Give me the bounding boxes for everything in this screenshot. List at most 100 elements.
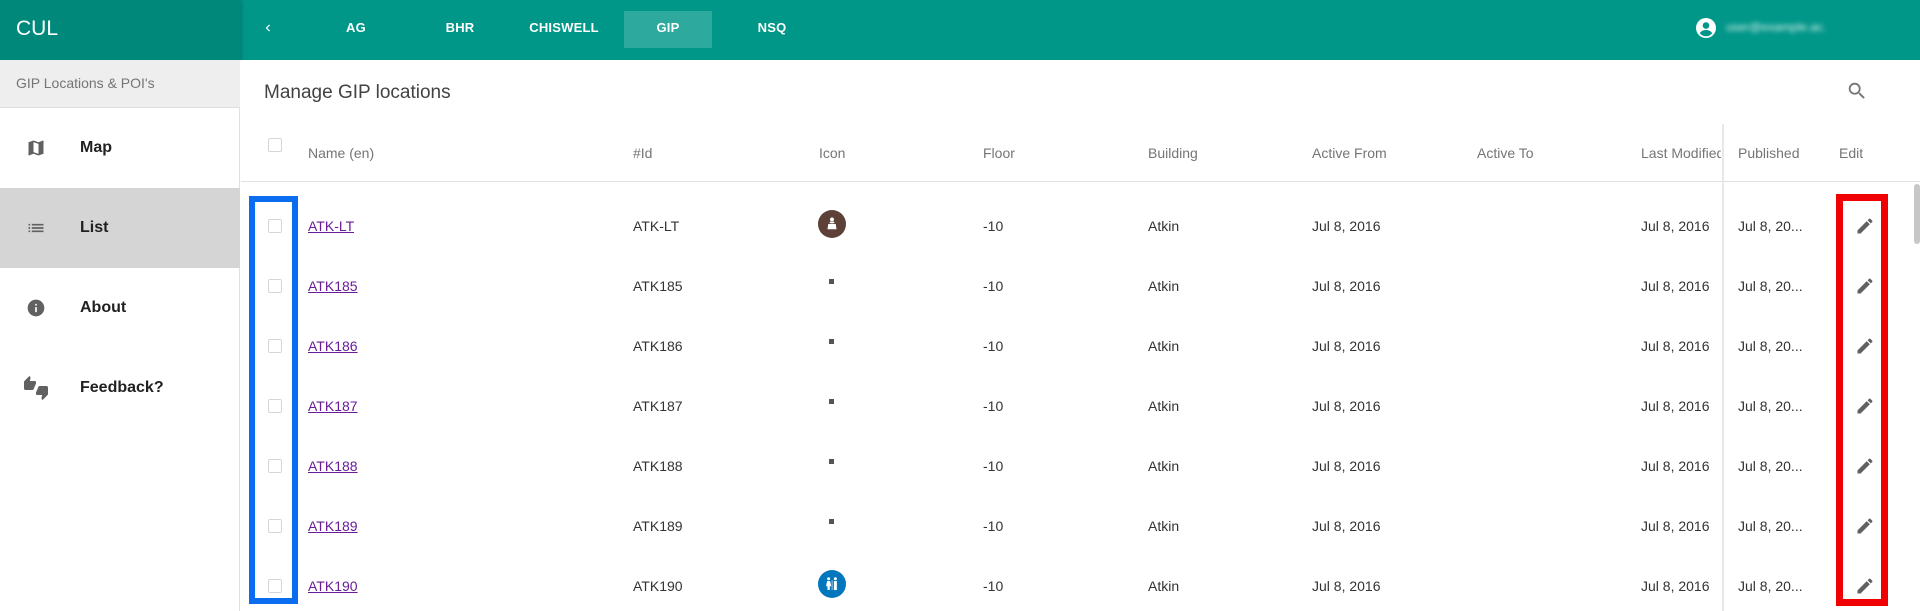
main-content: Manage GIP locations Name (en) #Id Icon … bbox=[241, 60, 1920, 611]
table-row[interactable]: ATK189 ATK189 -10 Atkin Jul 8, 2016 Jul … bbox=[241, 496, 1920, 556]
sidebar-item-label: About bbox=[80, 299, 127, 316]
locations-table: Name (en) #Id Icon Floor Building Active… bbox=[241, 124, 1920, 611]
tab-nsq[interactable]: NSQ bbox=[728, 11, 816, 48]
location-active-from: Jul 8, 2016 bbox=[1312, 458, 1381, 474]
room-dot-icon bbox=[829, 459, 834, 464]
location-name-link[interactable]: ATK189 bbox=[308, 518, 358, 534]
location-building: Atkin bbox=[1148, 338, 1180, 354]
location-floor: -10 bbox=[983, 278, 1004, 294]
app-brand: CUL bbox=[0, 0, 240, 60]
column-header-active-to[interactable]: Active To bbox=[1477, 124, 1534, 182]
edit-column-highlight bbox=[1836, 194, 1888, 606]
room-dot-icon bbox=[829, 339, 834, 344]
location-building: Atkin bbox=[1148, 278, 1180, 294]
column-header-active-from[interactable]: Active From bbox=[1312, 124, 1387, 182]
location-active-from: Jul 8, 2016 bbox=[1312, 218, 1381, 234]
room-dot-icon bbox=[829, 399, 834, 404]
sidebar-item-map[interactable]: Map bbox=[0, 108, 240, 188]
location-published: Jul 8, 20... bbox=[1738, 578, 1803, 594]
column-header-floor[interactable]: Floor bbox=[983, 124, 1015, 182]
checkbox-column-highlight bbox=[249, 196, 298, 604]
location-id: ATK187 bbox=[633, 398, 683, 414]
location-last-modified: Jul 8, 2016 bbox=[1641, 338, 1710, 354]
location-name-link[interactable]: ATK188 bbox=[308, 458, 358, 474]
room-dot-icon bbox=[829, 279, 834, 284]
location-floor: -10 bbox=[983, 218, 1004, 234]
location-last-modified: Jul 8, 2016 bbox=[1641, 578, 1710, 594]
tab-chiswell[interactable]: CHISWELL bbox=[520, 11, 608, 48]
sidebar-item-list[interactable]: List bbox=[0, 188, 240, 268]
location-published: Jul 8, 20... bbox=[1738, 278, 1803, 294]
table-row[interactable]: ATK187 ATK187 -10 Atkin Jul 8, 2016 Jul … bbox=[241, 376, 1920, 436]
column-header-icon[interactable]: Icon bbox=[819, 124, 845, 182]
location-last-modified: Jul 8, 2016 bbox=[1641, 398, 1710, 414]
select-all-checkbox[interactable] bbox=[268, 138, 282, 152]
search-icon[interactable] bbox=[1846, 80, 1870, 104]
location-last-modified: Jul 8, 2016 bbox=[1641, 518, 1710, 534]
location-id: ATK186 bbox=[633, 338, 683, 354]
table-row[interactable]: ATK186 ATK186 -10 Atkin Jul 8, 2016 Jul … bbox=[241, 316, 1920, 376]
location-floor: -10 bbox=[983, 398, 1004, 414]
location-published: Jul 8, 20... bbox=[1738, 518, 1803, 534]
location-active-from: Jul 8, 2016 bbox=[1312, 578, 1381, 594]
location-floor: -10 bbox=[983, 578, 1004, 594]
location-published: Jul 8, 20... bbox=[1738, 398, 1803, 414]
location-name-link[interactable]: ATK-LT bbox=[308, 218, 354, 234]
toilets-icon bbox=[818, 570, 846, 598]
table-row[interactable]: ATK190 ATK190 -10 Atkin Jul 8, 2016 Jul … bbox=[241, 556, 1920, 611]
location-published: Jul 8, 20... bbox=[1738, 218, 1803, 234]
location-floor: -10 bbox=[983, 458, 1004, 474]
column-header-id[interactable]: #Id bbox=[633, 124, 652, 182]
location-id: ATK190 bbox=[633, 578, 683, 594]
location-last-modified: Jul 8, 2016 bbox=[1641, 278, 1710, 294]
location-building: Atkin bbox=[1148, 578, 1180, 594]
page-title: Manage GIP locations bbox=[264, 82, 451, 103]
sidebar-header: GIP Locations & POI's bbox=[0, 60, 240, 108]
location-building: Atkin bbox=[1148, 398, 1180, 414]
sidebar-item-label: Feedback? bbox=[80, 379, 164, 396]
lecture-theatre-icon bbox=[818, 210, 846, 238]
column-header-edit: Edit bbox=[1839, 145, 1864, 161]
location-id: ATK185 bbox=[633, 278, 683, 294]
table-row[interactable]: ATK188 ATK188 -10 Atkin Jul 8, 2016 Jul … bbox=[241, 436, 1920, 496]
tab-ag[interactable]: AG bbox=[312, 11, 400, 48]
account-name[interactable]: user@example.ac.uk bbox=[1726, 20, 1826, 34]
location-published: Jul 8, 20... bbox=[1738, 338, 1803, 354]
table-row[interactable]: ATK-LT ATK-LT -10 Atkin Jul 8, 2016 Jul … bbox=[241, 196, 1920, 256]
column-header-building[interactable]: Building bbox=[1148, 124, 1198, 182]
back-button[interactable] bbox=[256, 10, 280, 46]
location-building: Atkin bbox=[1148, 518, 1180, 534]
location-name-link[interactable]: ATK190 bbox=[308, 578, 358, 594]
location-active-from: Jul 8, 2016 bbox=[1312, 518, 1381, 534]
sidebar-item-about[interactable]: About bbox=[0, 268, 240, 348]
location-id: ATK189 bbox=[633, 518, 683, 534]
tab-bhr[interactable]: BHR bbox=[416, 11, 504, 48]
location-building: Atkin bbox=[1148, 218, 1180, 234]
column-header-published[interactable]: Published bbox=[1738, 124, 1800, 182]
header-divider bbox=[241, 181, 1920, 182]
tab-gip[interactable]: GIP bbox=[624, 11, 712, 48]
map-icon bbox=[24, 136, 48, 160]
location-published: Jul 8, 20... bbox=[1738, 458, 1803, 474]
location-active-from: Jul 8, 2016 bbox=[1312, 338, 1381, 354]
location-id: ATK-LT bbox=[633, 218, 680, 234]
list-icon bbox=[24, 216, 48, 240]
location-name-link[interactable]: ATK187 bbox=[308, 398, 358, 414]
column-header-last-modified[interactable]: Last Modified bbox=[1641, 124, 1721, 182]
location-active-from: Jul 8, 2016 bbox=[1312, 398, 1381, 414]
info-icon bbox=[24, 296, 48, 320]
sidebar-item-label: Map bbox=[80, 139, 112, 156]
account-circle-icon[interactable] bbox=[1694, 16, 1718, 40]
location-last-modified: Jul 8, 2016 bbox=[1641, 458, 1710, 474]
location-name-link[interactable]: ATK185 bbox=[308, 278, 358, 294]
chevron-left-icon bbox=[265, 24, 270, 32]
table-row[interactable]: ATK185 ATK185 -10 Atkin Jul 8, 2016 Jul … bbox=[241, 256, 1920, 316]
location-name-link[interactable]: ATK186 bbox=[308, 338, 358, 354]
sidebar: GIP Locations & POI's Map List About Fee… bbox=[0, 60, 240, 611]
location-last-modified: Jul 8, 2016 bbox=[1641, 218, 1710, 234]
location-building: Atkin bbox=[1148, 458, 1180, 474]
sidebar-item-feedback[interactable]: Feedback? bbox=[0, 348, 240, 428]
room-dot-icon bbox=[829, 519, 834, 524]
location-active-from: Jul 8, 2016 bbox=[1312, 278, 1381, 294]
column-header-name[interactable]: Name (en) bbox=[308, 124, 374, 182]
